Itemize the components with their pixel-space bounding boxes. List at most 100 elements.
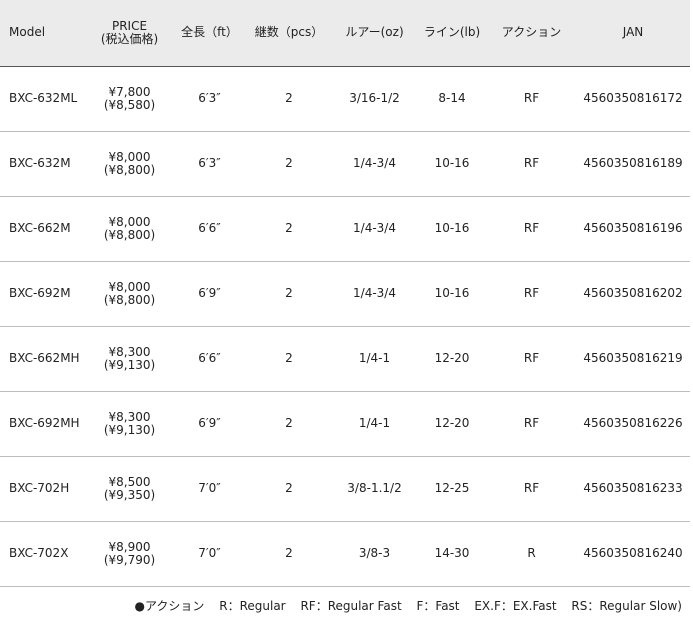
header-pieces: 継数（pcs） (254, 25, 324, 40)
cell-pieces: 2 (285, 286, 293, 300)
legend-title: ●アクション (134, 599, 205, 613)
price-tax-value: (¥9,130) (103, 357, 156, 372)
price-value: ¥7,800 (108, 84, 151, 99)
cell-model: BXC-702H (9, 481, 70, 495)
cell-length: 6′9″ (198, 286, 221, 300)
cell-pieces: 2 (285, 156, 293, 170)
cell-action: R (527, 546, 536, 560)
cell-length: 7′0″ (198, 481, 221, 495)
legend-item-rf: RF：Regular Fast (300, 599, 402, 613)
cell-jan: 4560350816233 (583, 481, 683, 495)
cell-jan: 4560350816202 (583, 286, 683, 300)
cell-jan: 4560350816172 (583, 91, 683, 105)
cell-model: BXC-692M (9, 286, 71, 300)
table-row: BXC-692M ¥8,000 (¥8,800) 6′9″ 2 1/4-3/4 10-16 R… (0, 261, 690, 326)
table-row: BXC-692MH ¥8,300 (¥9,130) 6′9″ 2 1/4-1 12-20 RF… (0, 391, 690, 456)
cell-line: 12-20 (434, 351, 470, 365)
cell-model: BXC-702X (9, 546, 69, 560)
cell-lure: 1/4-1 (358, 416, 391, 430)
table-row: BXC-632ML ¥7,800 (¥8,580) 6′3″ 2 3/16-1/2 8-14… (0, 66, 690, 131)
cell-lure: 1/4-3/4 (353, 221, 396, 235)
cell-model: BXC-662M (9, 221, 71, 235)
table-header-row: Model PRICE (税込価格) 全長（ft） 継数（pcs） ルアー(oz… (0, 0, 690, 66)
cell-line: 12-20 (434, 416, 470, 430)
cell-model: BXC-632M (9, 156, 71, 170)
cell-length: 6′9″ (198, 416, 221, 430)
price-tax-value: (¥8,800) (103, 292, 156, 307)
header-line: ライン(lb) (423, 25, 481, 40)
cell-model: BXC-662MH (9, 351, 80, 365)
price-value: ¥8,900 (108, 539, 151, 554)
table-row: BXC-662M ¥8,000 (¥8,800) 6′6″ 2 1/4-3/4 10-16 R… (0, 196, 690, 261)
cell-line: 10-16 (434, 221, 470, 235)
cell-line: 12-25 (434, 481, 470, 495)
price-value: ¥8,000 (108, 214, 151, 229)
cell-pieces: 2 (285, 351, 293, 365)
price-tax-value: (¥9,790) (103, 552, 156, 567)
cell-length: 6′6″ (198, 221, 221, 235)
cell-line: 8-14 (438, 91, 466, 105)
price-value: ¥8,300 (108, 409, 151, 424)
cell-model: BXC-632ML (9, 91, 78, 105)
header-price-tax-label: (税込価格) (100, 31, 159, 46)
cell-jan: 4560350816226 (583, 416, 683, 430)
cell-action: RF (523, 221, 540, 235)
cell-price: ¥7,800 (¥8,580) (86, 66, 173, 131)
price-tax-value: (¥8,580) (103, 97, 156, 112)
header-action: アクション (501, 25, 562, 40)
cell-lure: 1/4-3/4 (353, 286, 396, 300)
cell-action: RF (523, 156, 540, 170)
price-tax-value: (¥8,800) (103, 227, 156, 242)
cell-jan: 4560350816189 (583, 156, 683, 170)
table-body: BXC-632ML ¥7,800 (¥8,580) 6′3″ 2 3/16-1/2 8-14… (0, 66, 690, 586)
cell-action: RF (523, 481, 540, 495)
cell-lure: 3/8-3 (358, 546, 391, 560)
table-row: BXC-662MH ¥8,300 (¥9,130) 6′6″ 2 1/4-1 12-20 RF… (0, 326, 690, 391)
cell-action: RF (523, 416, 540, 430)
cell-length: 6′3″ (198, 156, 221, 170)
cell-model: BXC-692MH (9, 416, 80, 430)
header-jan: JAN (622, 25, 644, 40)
legend-item-r: R：Regular (219, 599, 286, 613)
cell-price: ¥8,500 (¥9,350) (86, 456, 173, 521)
rod-spec-table: Model PRICE (税込価格) 全長（ft） 継数（pcs） ルアー(oz… (0, 0, 690, 587)
cell-lure: 3/16-1/2 (349, 91, 400, 105)
price-value: ¥8,000 (108, 279, 151, 294)
cell-price: ¥8,300 (¥9,130) (86, 326, 173, 391)
table-row: BXC-702X ¥8,900 (¥9,790) 7′0″ 2 3/8-3 14-30 R 45… (0, 521, 690, 586)
cell-price: ¥8,000 (¥8,800) (86, 196, 173, 261)
cell-jan: 4560350816196 (583, 221, 683, 235)
legend-item-f: F：Fast (416, 599, 460, 613)
cell-pieces: 2 (285, 221, 293, 235)
cell-action: RF (523, 91, 540, 105)
cell-lure: 1/4-1 (358, 351, 391, 365)
cell-pieces: 2 (285, 91, 293, 105)
action-legend: ●アクション R：Regular RF：Regular Fast F：Fast … (0, 597, 682, 614)
cell-line: 14-30 (434, 546, 470, 560)
cell-line: 10-16 (434, 286, 470, 300)
price-value: ¥8,300 (108, 344, 151, 359)
price-tax-value: (¥9,130) (103, 422, 156, 437)
price-value: ¥8,000 (108, 149, 151, 164)
cell-pieces: 2 (285, 546, 293, 560)
cell-length: 7′0″ (198, 546, 221, 560)
table-row: BXC-632M ¥8,000 (¥8,800) 6′3″ 2 1/4-3/4 10-16 R… (0, 131, 690, 196)
cell-price: ¥8,000 (¥8,800) (86, 261, 173, 326)
cell-price: ¥8,000 (¥8,800) (86, 131, 173, 196)
cell-action: RF (523, 351, 540, 365)
cell-lure: 1/4-3/4 (353, 156, 396, 170)
cell-lure: 3/8-1.1/2 (347, 481, 402, 495)
cell-price: ¥8,300 (¥9,130) (86, 391, 173, 456)
legend-item-rs: RS：Regular Slow) (571, 599, 682, 613)
price-tax-value: (¥8,800) (103, 162, 156, 177)
cell-price: ¥8,900 (¥9,790) (86, 521, 173, 586)
cell-pieces: 2 (285, 481, 293, 495)
table-row: BXC-702H ¥8,500 (¥9,350) 7′0″ 2 3/8-1.1/2 12-2… (0, 456, 690, 521)
cell-length: 6′3″ (198, 91, 221, 105)
cell-pieces: 2 (285, 416, 293, 430)
cell-line: 10-16 (434, 156, 470, 170)
header-length: 全長（ft） (181, 25, 238, 40)
header-model: Model (9, 25, 46, 40)
header-price: PRICE (税込価格) (86, 0, 173, 66)
cell-jan: 4560350816219 (583, 351, 683, 365)
